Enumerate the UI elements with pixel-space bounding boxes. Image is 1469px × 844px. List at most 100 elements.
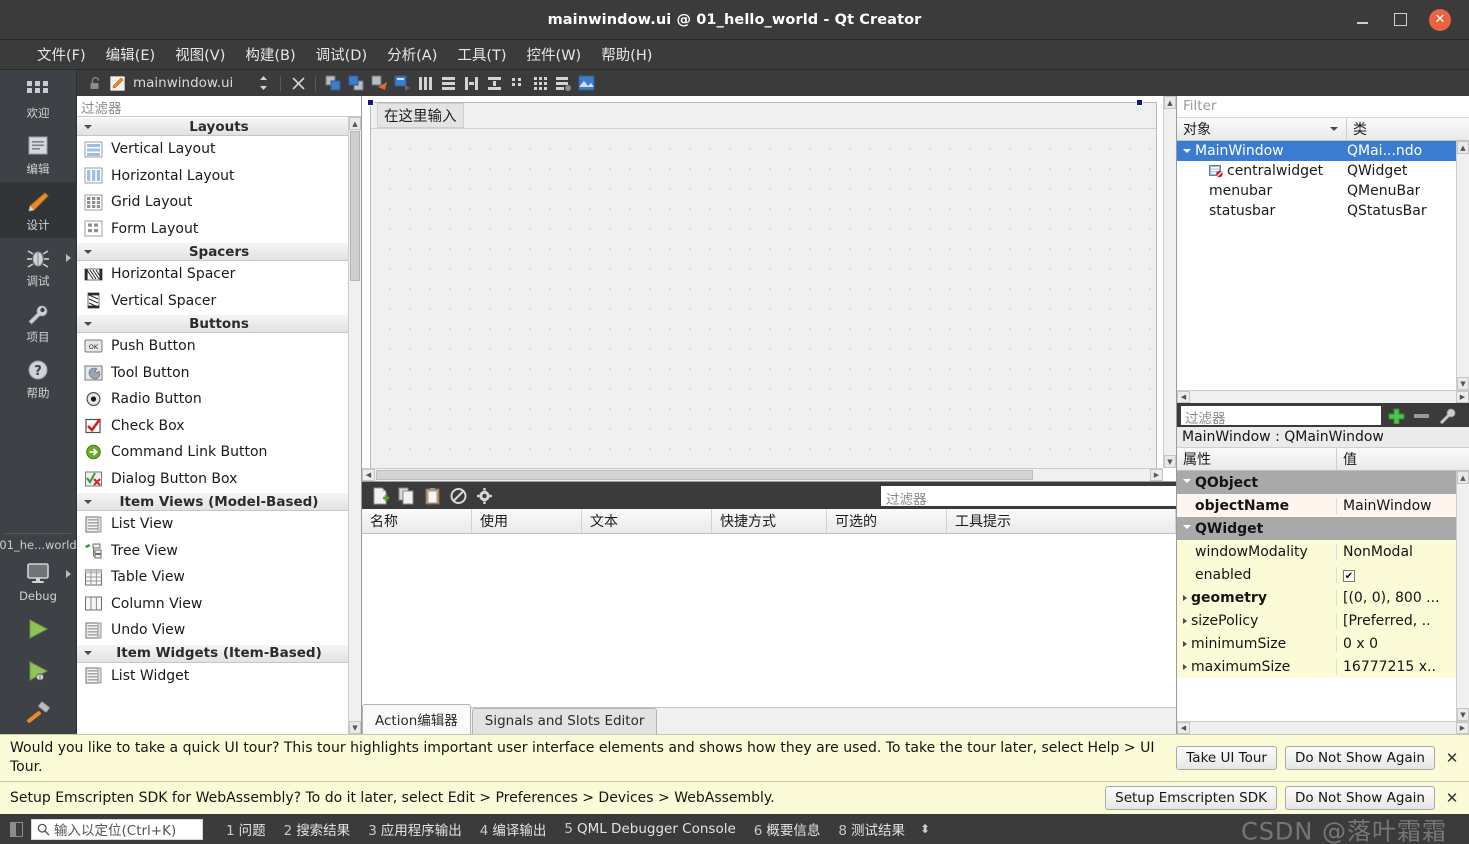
copy-icon[interactable] — [396, 486, 416, 505]
menu-tools[interactable]: 工具(T) — [448, 41, 515, 68]
property-row-geometry[interactable]: geometry [(0, 0), 800 ... — [1177, 586, 1469, 609]
canvas-horizontal-scrollbar[interactable]: ◀ ▶ — [362, 468, 1163, 482]
wrench-icon[interactable] — [1437, 407, 1456, 424]
output-pane-search-results[interactable]: 2 搜索结果 — [275, 817, 360, 841]
do-not-show-again-button[interactable]: Do Not Show Again — [1285, 786, 1435, 810]
sidebar-item-welcome[interactable]: 欢迎 — [0, 70, 77, 126]
break-layout-icon[interactable] — [392, 74, 412, 92]
splitter-v-icon[interactable] — [484, 74, 504, 92]
object-filter-input[interactable]: Filter — [1177, 96, 1469, 118]
widget-item-list-view[interactable]: List View — [77, 511, 361, 538]
widget-item-table-view[interactable]: Table View — [77, 564, 361, 591]
property-value[interactable]: [(0, 0), 800 ... — [1337, 590, 1440, 606]
form-canvas[interactable]: 在这里输入 ▲ ▼ ◀ ▶ — [362, 96, 1177, 482]
widget-group-item-widgets[interactable]: Item Widgets (Item-Based) — [77, 643, 361, 663]
menu-file[interactable]: 文件(F) — [28, 41, 95, 68]
property-value[interactable]: MainWindow — [1337, 498, 1432, 514]
form-central-widget[interactable] — [371, 130, 1156, 469]
scroll-down-icon[interactable]: ▼ — [1457, 377, 1469, 390]
menu-edit[interactable]: 编辑(E) — [97, 41, 164, 68]
property-value[interactable]: NonModal — [1337, 544, 1413, 560]
adjust-size-icon[interactable] — [369, 74, 389, 92]
scroll-right-icon[interactable]: ▶ — [1456, 391, 1469, 403]
action-editor-body[interactable] — [362, 534, 1176, 708]
maximize-icon[interactable] — [1391, 11, 1409, 29]
column-header-tooltip[interactable]: 工具提示 — [947, 509, 1176, 534]
scroll-left-icon[interactable]: ◀ — [1177, 391, 1190, 403]
horizontal-layout-icon[interactable] — [415, 74, 435, 92]
sidebar-item-help[interactable]: ? 帮助 — [0, 350, 77, 406]
object-tree-body[interactable]: MainWindow QMai...ndo centralwidget QWid… — [1177, 141, 1469, 390]
property-vertical-scrollbar[interactable]: ▲ ▼ — [1456, 471, 1469, 722]
chevron-right-icon[interactable] — [1183, 594, 1187, 601]
column-header-class[interactable]: 类 — [1347, 118, 1373, 140]
scroll-left-icon[interactable]: ◀ — [362, 469, 375, 482]
object-tree-horizontal-scrollbar[interactable]: ◀ ▶ — [1177, 390, 1469, 403]
minus-icon[interactable] — [1412, 407, 1431, 424]
tree-row-statusbar[interactable]: statusbar QStatusBar — [1177, 201, 1469, 221]
tree-row-menubar[interactable]: menubar QMenuBar — [1177, 181, 1469, 201]
menu-analyze[interactable]: 分析(A) — [378, 41, 446, 68]
property-value[interactable]: 0 x 0 — [1337, 636, 1378, 652]
chevron-right-icon[interactable] — [1183, 663, 1187, 670]
widget-item-form-layout[interactable]: Form Layout — [77, 216, 361, 243]
scroll-up-icon[interactable]: ▲ — [1164, 96, 1176, 109]
property-value[interactable]: [Preferred, .. — [1337, 613, 1431, 629]
property-table-body[interactable]: QObject objectName MainWindow QWidget wi… — [1177, 471, 1469, 722]
selection-handle-top-right[interactable] — [1136, 99, 1143, 106]
menu-widgets[interactable]: 控件(W) — [518, 41, 591, 68]
property-row-minimumsize[interactable]: minimumSize 0 x 0 — [1177, 632, 1469, 655]
run-button[interactable] — [0, 608, 77, 650]
property-row-sizepolicy[interactable]: sizePolicy [Preferred, .. — [1177, 609, 1469, 632]
settings-icon[interactable] — [474, 486, 494, 505]
menu-build[interactable]: 构建(B) — [236, 41, 304, 68]
setup-emscripten-sdk-button[interactable]: Setup Emscripten SDK — [1105, 786, 1277, 810]
scroll-left-icon[interactable]: ◀ — [1177, 722, 1190, 735]
menu-view[interactable]: 视图(V) — [166, 41, 234, 68]
output-pane-application-output[interactable]: 3 应用程序输出 — [359, 817, 471, 841]
vertical-layout-icon[interactable] — [438, 74, 458, 92]
widget-item-vertical-spacer[interactable]: Vertical Spacer — [77, 288, 361, 315]
splitter-h-icon[interactable] — [461, 74, 481, 92]
form-layout-icon[interactable] — [507, 74, 527, 92]
column-header-value[interactable]: 值 — [1337, 448, 1363, 470]
column-header-property[interactable]: 属性 — [1177, 448, 1337, 470]
toggle-sidebar-icon[interactable] — [10, 821, 23, 837]
output-pane-issues[interactable]: 1 问题 — [217, 817, 275, 841]
selection-handle-top-left[interactable] — [367, 99, 374, 106]
widget-group-spacers[interactable]: Spacers — [77, 242, 361, 261]
scroll-up-icon[interactable]: ▲ — [349, 117, 361, 130]
output-pane-qml-debugger-console[interactable]: 5 QML Debugger Console — [555, 819, 744, 839]
menu-debug[interactable]: 调试(D) — [307, 41, 376, 68]
widget-box-filter-input[interactable]: 过滤器 — [77, 96, 361, 117]
preview-icon[interactable] — [576, 74, 596, 92]
delete-icon[interactable] — [448, 486, 468, 505]
property-row-objectname[interactable]: objectName MainWindow — [1177, 494, 1469, 517]
scroll-down-icon[interactable]: ▼ — [349, 721, 361, 735]
property-group-qobject[interactable]: QObject — [1177, 471, 1469, 494]
widget-item-column-view[interactable]: Column View — [77, 591, 361, 618]
output-pane-maximize-icon[interactable]: ⬍ — [914, 822, 936, 836]
widget-group-buttons[interactable]: Buttons — [77, 314, 361, 333]
column-header-text[interactable]: 文本 — [582, 509, 712, 534]
menubar-type-here[interactable]: 在这里输入 — [377, 103, 464, 128]
designed-form[interactable]: 在这里输入 — [370, 102, 1157, 469]
widget-item-grid-layout[interactable]: Grid Layout — [77, 189, 361, 216]
bring-to-front-icon[interactable] — [346, 74, 366, 92]
widget-item-undo-view[interactable]: Undo View — [77, 617, 361, 644]
plus-icon[interactable] — [1387, 407, 1406, 424]
send-to-back-icon[interactable] — [323, 74, 343, 92]
widget-item-tool-button[interactable]: Tool Button — [77, 360, 361, 387]
scroll-right-icon[interactable]: ▶ — [1456, 722, 1469, 735]
widget-item-dialog-button-box[interactable]: Dialog Button Box — [77, 466, 361, 493]
form-menubar[interactable]: 在这里输入 — [371, 103, 1156, 129]
column-header-checkable[interactable]: 可选的 — [827, 509, 947, 534]
chevron-right-icon[interactable] — [1183, 640, 1187, 647]
widget-group-layouts[interactable]: Layouts — [77, 117, 361, 136]
debug-button[interactable] — [0, 650, 77, 692]
sidebar-item-projects[interactable]: 项目 — [0, 294, 77, 350]
widget-item-horizontal-spacer[interactable]: Horizontal Spacer — [77, 261, 361, 288]
tab-action-editor[interactable]: Action编辑器 — [362, 704, 471, 735]
scroll-down-icon[interactable]: ▼ — [1164, 455, 1176, 469]
close-icon[interactable]: ✕ — [1443, 789, 1461, 807]
